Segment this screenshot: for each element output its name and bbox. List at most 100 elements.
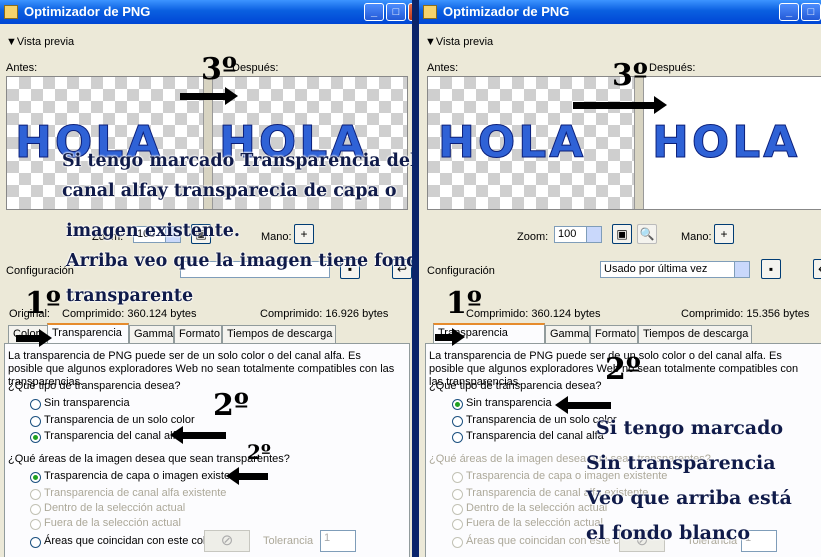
right-window: Optimizador de PNG _ □ ▼Vista previa Ant… — [419, 0, 821, 557]
preview-toggle[interactable]: ▼Vista previa — [6, 36, 74, 48]
annotation-line: Si tengo marcado Transparencia del — [62, 151, 412, 171]
app-icon — [423, 5, 437, 19]
radio-label: Fuera de la selección actual — [466, 517, 603, 529]
maximize-button[interactable]: □ — [386, 3, 406, 21]
after-label: Después: — [649, 62, 696, 74]
zoom-tool-button[interactable]: 🔍 — [637, 224, 657, 244]
step3-label: 3º — [612, 58, 648, 93]
undo-button[interactable]: ↩ — [813, 259, 821, 279]
radio-outside-selection[interactable] — [30, 519, 41, 530]
radio-label: Áreas que coincidan con este color — [44, 535, 216, 547]
tab-gamma[interactable]: Gamma — [545, 325, 590, 343]
radio-inside-selection[interactable] — [30, 504, 41, 515]
tab-download-times[interactable]: Tiempos de descarga — [638, 325, 752, 343]
radio-single-color[interactable] — [452, 416, 463, 427]
annotation-line: canal alfay transparecia de capa o — [62, 181, 397, 201]
hand-label: Mano: — [261, 231, 292, 243]
radio-label: Transparencia de canal alfa existente — [44, 487, 227, 499]
after-label: Después: — [232, 62, 279, 74]
radio-existing-alpha[interactable] — [30, 489, 41, 500]
size-compressed: Comprimido: 16.926 bytes — [260, 308, 389, 320]
before-label: Antes: — [427, 62, 459, 74]
arrow-icon — [16, 329, 52, 347]
annotation-line: Si tengo marcado — [596, 417, 784, 439]
radio-label: Fuera de la selección actual — [44, 517, 181, 529]
color-picker-button[interactable]: ⊘ — [204, 530, 250, 552]
radio-label: Sin transparencia — [44, 397, 130, 409]
tab-format[interactable]: Formato — [590, 325, 638, 343]
question-type: ¿Qué tipo de transparencia desea? — [8, 380, 181, 392]
step1-label: 1º — [446, 286, 482, 321]
radio-existing-layer[interactable] — [452, 472, 463, 483]
left-window-title: Optimizador de PNG — [24, 4, 151, 19]
question-type: ¿Qué tipo de transparencia desea? — [429, 380, 602, 392]
preview-divider[interactable] — [634, 77, 644, 209]
tab-format[interactable]: Formato — [174, 325, 222, 343]
tab-gamma[interactable]: Gamma — [129, 325, 174, 343]
radio-alpha-channel[interactable] — [452, 432, 463, 443]
radio-existing-alpha[interactable] — [452, 489, 463, 500]
before-label: Antes: — [6, 62, 38, 74]
minimize-button[interactable]: _ — [364, 3, 384, 21]
zoom-field[interactable]: 100 — [554, 226, 602, 243]
arrow-icon — [435, 328, 465, 346]
preview-toggle[interactable]: ▼Vista previa — [425, 36, 493, 48]
tab-transparency[interactable]: Transparencia — [47, 323, 129, 343]
radio-label: Sin transparencia — [466, 397, 552, 409]
size-original: Comprimido: 360.124 bytes — [466, 308, 601, 320]
arrow-icon — [573, 96, 667, 114]
arrow-icon — [180, 87, 238, 105]
tolerance-label: Tolerancia — [263, 535, 314, 547]
config-label: Configuración — [427, 265, 495, 277]
annotation-line: el fondo blanco — [586, 522, 751, 544]
radio-label: Transparencia de un solo color — [44, 414, 195, 426]
hand-button[interactable]: + — [294, 224, 314, 244]
hola-before: HOLA — [437, 117, 587, 169]
annotation-line: imagen existente. — [66, 221, 241, 241]
arrow-icon — [170, 426, 226, 444]
hand-button[interactable]: + — [714, 224, 734, 244]
left-titlebar[interactable]: Optimizador de PNG _ □ × — [0, 0, 412, 24]
app-icon — [4, 5, 18, 19]
hola-after: HOLA — [651, 117, 801, 169]
radio-label: Dentro de la selección actual — [44, 502, 186, 514]
hand-label: Mano: — [681, 231, 712, 243]
radio-label: Transparencia del canal alfa — [466, 430, 604, 442]
preview-area: HOLA HOLA — [427, 76, 821, 210]
left-window: Optimizador de PNG _ □ × ▼Vista previa A… — [0, 0, 412, 557]
maximize-button[interactable]: □ — [801, 3, 821, 21]
annotation-line: Veo que arriba está — [586, 487, 792, 509]
step2-label: 2º — [213, 388, 249, 423]
arrow-icon — [226, 467, 268, 485]
window-gap — [412, 0, 419, 557]
step2-label: 2º — [247, 440, 271, 464]
tolerance-field[interactable]: 1 — [320, 530, 356, 552]
radio-label: Transparencia del canal alfa — [44, 430, 182, 442]
zoom-label: Zoom: — [517, 231, 549, 243]
save-preset-button[interactable]: ▪ — [761, 259, 781, 279]
radio-alpha-channel[interactable] — [30, 432, 41, 443]
step3-label: 3º — [201, 52, 237, 87]
radio-outside-selection[interactable] — [452, 519, 463, 530]
radio-existing-layer[interactable] — [30, 472, 41, 483]
tab-download-times[interactable]: Tiempos de descarga — [222, 325, 336, 343]
close-button[interactable]: × — [408, 3, 412, 21]
right-titlebar[interactable]: Optimizador de PNG _ □ — [419, 0, 821, 24]
radio-no-transparency[interactable] — [30, 399, 41, 410]
config-label: Configuración — [6, 265, 74, 277]
radio-single-color[interactable] — [30, 416, 41, 427]
fit-window-button[interactable]: ▣ — [612, 224, 632, 244]
step2-label: 2º — [605, 352, 641, 387]
radio-no-transparency[interactable] — [452, 399, 463, 410]
config-select[interactable]: Usado por última vez — [600, 261, 750, 278]
annotation-line: Arriba veo que la imagen tiene fondo — [66, 251, 412, 271]
annotation-line: Sin transparencia — [586, 452, 776, 474]
minimize-button[interactable]: _ — [779, 3, 799, 21]
step1-label: 1º — [25, 286, 61, 321]
radio-matching-color[interactable] — [30, 537, 41, 548]
right-window-title: Optimizador de PNG — [443, 4, 570, 19]
radio-matching-color[interactable] — [452, 537, 463, 548]
radio-inside-selection[interactable] — [452, 504, 463, 515]
annotation-line: transparente — [66, 286, 194, 306]
radio-label: Transparencia de un solo color — [466, 414, 617, 426]
